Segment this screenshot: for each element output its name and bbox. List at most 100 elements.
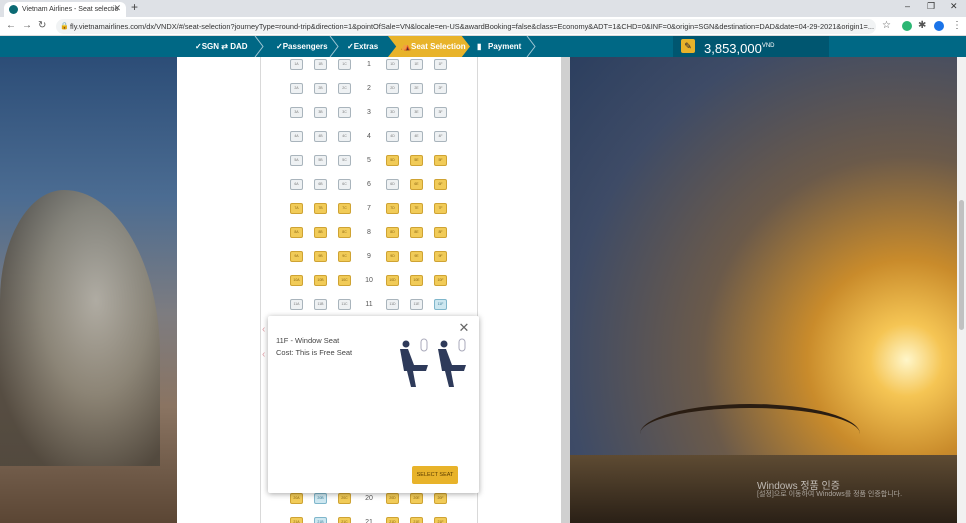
price-summary[interactable]: ✎ 3,853,000VND	[673, 36, 829, 57]
seat-4B[interactable]: 4B	[314, 131, 327, 142]
seat-5D[interactable]: 5D	[386, 155, 399, 166]
extensions-puzzle-icon[interactable]: ✱	[918, 20, 926, 31]
seat-10D[interactable]: 10D	[386, 275, 399, 286]
seat-1F[interactable]: 1F	[434, 59, 447, 70]
seat-11D[interactable]: 11D	[386, 299, 399, 310]
seat-9E[interactable]: 9E	[410, 251, 423, 262]
close-tab-icon[interactable]: ✕	[113, 3, 121, 14]
chevron-left-icon[interactable]: ‹	[262, 324, 265, 335]
seat-4C[interactable]: 4C	[338, 131, 351, 142]
seat-6C[interactable]: 6C	[338, 179, 351, 190]
seat-10C[interactable]: 10C	[338, 275, 351, 286]
seat-9D[interactable]: 9D	[386, 251, 399, 262]
seat-4A[interactable]: 4A	[290, 131, 303, 142]
seat-7E[interactable]: 7E	[410, 203, 423, 214]
seat-10F[interactable]: 10F	[434, 275, 447, 286]
seat-1D[interactable]: 1D	[386, 59, 399, 70]
seat-7D[interactable]: 7D	[386, 203, 399, 214]
browser-menu-icon[interactable]: ⋮	[952, 20, 962, 31]
seat-10B[interactable]: 10B	[314, 275, 327, 286]
seat-2C[interactable]: 2C	[338, 83, 351, 94]
bookmark-star-icon[interactable]: ☆	[882, 20, 891, 31]
close-icon[interactable]: ✕	[458, 321, 470, 334]
new-tab-icon[interactable]: +	[131, 0, 138, 14]
seat-2F[interactable]: 2F	[434, 83, 447, 94]
seat-21B[interactable]: 21B	[314, 517, 327, 523]
seat-11A[interactable]: 11A	[290, 299, 303, 310]
seat-11E[interactable]: 11E	[410, 299, 423, 310]
seat-1C[interactable]: 1C	[338, 59, 351, 70]
seat-9F[interactable]: 9F	[434, 251, 447, 262]
seat-2E[interactable]: 2E	[410, 83, 423, 94]
maximize-icon[interactable]: ❐	[927, 1, 935, 12]
seat-20C[interactable]: 20C	[338, 493, 351, 504]
seat-20F[interactable]: 20F	[434, 493, 447, 504]
seat-21A[interactable]: 21A	[290, 517, 303, 523]
back-icon[interactable]: ←	[6, 20, 16, 31]
seat-9C[interactable]: 9C	[338, 251, 351, 262]
seat-20D[interactable]: 20D	[386, 493, 399, 504]
seat-2D[interactable]: 2D	[386, 83, 399, 94]
seat-7B[interactable]: 7B	[314, 203, 327, 214]
seat-7F[interactable]: 7F	[434, 203, 447, 214]
select-seat-button[interactable]: SELECT SEAT	[412, 466, 458, 484]
seat-4F[interactable]: 4F	[434, 131, 447, 142]
minimize-icon[interactable]: –	[905, 1, 910, 11]
seat-21F[interactable]: 21F	[434, 517, 447, 523]
browser-tab[interactable]: Vietnam Airlines - Seat selectio ✕	[4, 2, 126, 17]
step-route[interactable]: ✓SGN ⇄ DAD	[195, 36, 248, 57]
seat-11C[interactable]: 11C	[338, 299, 351, 310]
seat-1A[interactable]: 1A	[290, 59, 303, 70]
seat-map-scrollbar[interactable]	[561, 57, 570, 523]
seat-7A[interactable]: 7A	[290, 203, 303, 214]
seat-11B[interactable]: 11B	[314, 299, 327, 310]
window-close-icon[interactable]: ✕	[950, 1, 958, 12]
seat-10E[interactable]: 10E	[410, 275, 423, 286]
chevron-left-icon[interactable]: ‹	[262, 349, 265, 360]
seat-8D[interactable]: 8D	[386, 227, 399, 238]
seat-2B[interactable]: 2B	[314, 83, 327, 94]
edit-icon[interactable]: ✎	[681, 39, 695, 53]
seat-9A[interactable]: 9A	[290, 251, 303, 262]
seat-5E[interactable]: 5E	[410, 155, 423, 166]
page-scrollbar-thumb[interactable]	[959, 200, 964, 330]
seat-4D[interactable]: 4D	[386, 131, 399, 142]
seat-20E[interactable]: 20E	[410, 493, 423, 504]
seat-9B[interactable]: 9B	[314, 251, 327, 262]
seat-6D[interactable]: 6D	[386, 179, 399, 190]
seat-1E[interactable]: 1E	[410, 59, 423, 70]
step-passengers[interactable]: ✓Passengers	[276, 36, 328, 57]
seat-3E[interactable]: 3E	[410, 107, 423, 118]
seat-8F[interactable]: 8F	[434, 227, 447, 238]
seat-8A[interactable]: 8A	[290, 227, 303, 238]
seat-2A[interactable]: 2A	[290, 83, 303, 94]
seat-10A[interactable]: 10A	[290, 275, 303, 286]
seat-5C[interactable]: 5C	[338, 155, 351, 166]
seat-21E[interactable]: 21E	[410, 517, 423, 523]
seat-3D[interactable]: 3D	[386, 107, 399, 118]
seat-20A[interactable]: 20A	[290, 493, 303, 504]
seat-3C[interactable]: 3C	[338, 107, 351, 118]
seat-5B[interactable]: 5B	[314, 155, 327, 166]
profile-avatar-icon[interactable]	[934, 21, 944, 31]
seat-6A[interactable]: 6A	[290, 179, 303, 190]
seat-8C[interactable]: 8C	[338, 227, 351, 238]
reload-icon[interactable]: ↻	[38, 20, 46, 31]
step-payment[interactable]: Payment	[488, 36, 521, 57]
seat-21D[interactable]: 21D	[386, 517, 399, 523]
seat-5A[interactable]: 5A	[290, 155, 303, 166]
seat-3B[interactable]: 3B	[314, 107, 327, 118]
seat-5F[interactable]: 5F	[434, 155, 447, 166]
seat-7C[interactable]: 7C	[338, 203, 351, 214]
seat-3A[interactable]: 3A	[290, 107, 303, 118]
seat-11F[interactable]: 11F	[434, 299, 447, 310]
seat-4E[interactable]: 4E	[410, 131, 423, 142]
seat-6F[interactable]: 6F	[434, 179, 447, 190]
grammarly-extension-icon[interactable]	[902, 21, 912, 31]
forward-icon[interactable]: →	[22, 20, 32, 31]
seat-8E[interactable]: 8E	[410, 227, 423, 238]
seat-20B[interactable]: 20B	[314, 493, 327, 504]
seat-6E[interactable]: 6E	[410, 179, 423, 190]
url-input[interactable]: 🔒 fly.vietnamairlines.com/dx/VNDX/#/seat…	[56, 19, 876, 34]
seat-1B[interactable]: 1B	[314, 59, 327, 70]
